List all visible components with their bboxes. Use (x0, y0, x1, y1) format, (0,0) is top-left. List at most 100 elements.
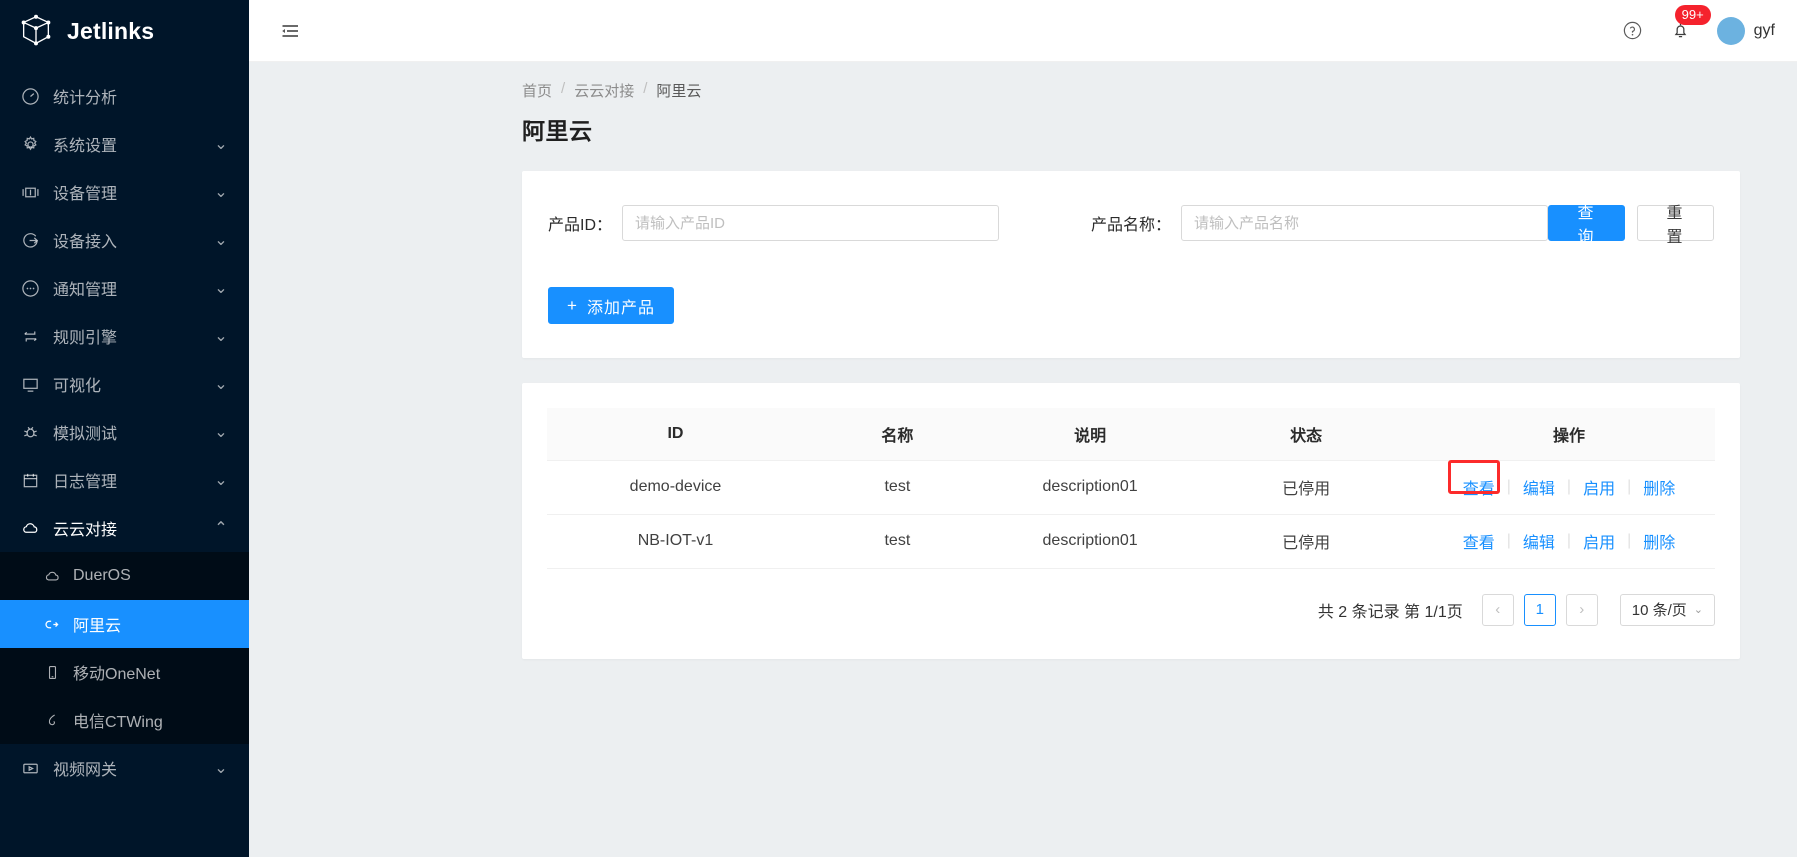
op-divider: | (1627, 532, 1631, 550)
chevron-down-icon: ⌄ (215, 282, 227, 294)
sidebar-item-visualization[interactable]: 可视化 ⌄ (0, 360, 249, 408)
avatar (1717, 17, 1745, 45)
sidebar-item-log-management[interactable]: 日志管理 ⌄ (0, 456, 249, 504)
sidebar-item-label: 设备接入 (53, 228, 215, 252)
reset-button[interactable]: 重 置 (1637, 205, 1714, 241)
sidebar: Jetlinks 统计分析 系统设置 (0, 0, 249, 857)
product-id-field-group: 产品ID： (548, 205, 999, 241)
sidebar-item-statistics[interactable]: 统计分析 (0, 72, 249, 120)
add-product-button[interactable]: + 添加产品 (548, 287, 674, 324)
pagination-total: 共 2 条记录 第 1/1页 (1318, 598, 1463, 622)
pagination-next[interactable]: › (1566, 594, 1598, 626)
sidebar-item-label: 日志管理 (53, 468, 215, 492)
chevron-down-icon: ⌄ (215, 234, 227, 246)
cell-desc: description01 (991, 514, 1190, 568)
column-header-ops: 操作 (1423, 408, 1715, 460)
mobile-icon (43, 663, 61, 681)
view-link[interactable]: 查看 (1461, 529, 1497, 553)
table-row[interactable]: NB-IOT-v1 test description01 已停用 查看 | 编辑… (547, 514, 1715, 568)
calendar-icon (20, 470, 40, 490)
brand-name: Jetlinks (67, 18, 154, 45)
column-header-name: 名称 (804, 408, 991, 460)
chevron-down-icon: ⌄ (215, 474, 227, 486)
app-root: Jetlinks 统计分析 系统设置 (0, 0, 1797, 857)
user-name: gyf (1754, 22, 1775, 40)
sidebar-item-simulation-test[interactable]: 模拟测试 ⌄ (0, 408, 249, 456)
op-divider: | (1627, 478, 1631, 496)
notification-badge: 99+ (1675, 5, 1711, 25)
sidebar-item-onenet[interactable]: 移动OneNet (0, 648, 249, 696)
add-product-label: 添加产品 (587, 294, 655, 318)
sidebar-subitem-label: 移动OneNet (73, 660, 160, 684)
row-actions: 查看 | 编辑 | 启用 | 删除 (1461, 529, 1678, 553)
cell-name: test (804, 514, 991, 568)
bell-icon[interactable]: 99+ (1669, 19, 1693, 43)
sidebar-item-rule-engine[interactable]: 规则引擎 ⌄ (0, 312, 249, 360)
desktop-icon (20, 374, 40, 394)
sidebar-item-label: 规则引擎 (53, 324, 215, 348)
chevron-down-icon: ⌄ (215, 426, 227, 438)
delete-link[interactable]: 删除 (1641, 529, 1677, 553)
sidebar-item-device-access[interactable]: 设备接入 ⌄ (0, 216, 249, 264)
question-circle-icon[interactable] (1621, 19, 1645, 43)
pagination-prev[interactable]: ‹ (1482, 594, 1514, 626)
enable-link[interactable]: 启用 (1581, 529, 1617, 553)
main-area: 99+ gyf 首页 / 云云对接 / 阿里云 阿里云 (249, 0, 1797, 857)
message-icon (20, 278, 40, 298)
enable-link[interactable]: 启用 (1581, 475, 1617, 499)
breadcrumb: 首页 / 云云对接 / 阿里云 (522, 80, 1797, 101)
page-size-label: 10 条/页 (1632, 599, 1687, 620)
sidebar-item-label: 系统设置 (53, 132, 215, 156)
cloud-icon (20, 518, 40, 538)
edit-link[interactable]: 编辑 (1521, 529, 1557, 553)
brand[interactable]: Jetlinks (0, 0, 249, 62)
gear-icon (20, 134, 40, 154)
bug-icon (20, 422, 40, 442)
breadcrumb-separator: / (561, 80, 565, 101)
query-button[interactable]: 查 询 (1548, 205, 1625, 241)
page-title: 阿里云 (522, 112, 1797, 146)
dashboard-icon (20, 86, 40, 106)
video-icon (20, 758, 40, 778)
user-menu[interactable]: gyf (1717, 17, 1775, 45)
sync-icon (20, 326, 40, 346)
breadcrumb-home[interactable]: 首页 (522, 80, 552, 101)
table-body: demo-device test description01 已停用 查看 | … (547, 460, 1715, 568)
chevron-down-icon: ⌄ (1694, 603, 1703, 616)
sidebar-item-notification[interactable]: 通知管理 ⌄ (0, 264, 249, 312)
chevron-down-icon (215, 90, 227, 102)
sidebar-menu: 统计分析 系统设置 ⌄ 设备管理 (0, 62, 249, 857)
op-divider: | (1507, 532, 1511, 550)
sidebar-item-system-settings[interactable]: 系统设置 ⌄ (0, 120, 249, 168)
sidebar-subitem-label: DuerOS (73, 567, 131, 585)
cell-id: NB-IOT-v1 (547, 514, 804, 568)
sidebar-item-cloud-docking[interactable]: 云云对接 ⌃ (0, 504, 249, 552)
product-name-input[interactable] (1181, 205, 1548, 241)
api-icon (43, 615, 61, 633)
chevron-up-icon: ⌃ (215, 522, 227, 534)
pagination-page-1[interactable]: 1 (1524, 594, 1556, 626)
sidebar-item-label: 视频网关 (53, 756, 215, 780)
menu-fold-icon[interactable] (275, 16, 305, 46)
cloud-icon (43, 567, 61, 585)
op-divider: | (1507, 478, 1511, 496)
sidebar-item-device-management[interactable]: 设备管理 ⌄ (0, 168, 249, 216)
wing-icon (43, 711, 61, 729)
chevron-down-icon: ⌄ (215, 762, 227, 774)
filter-actions: 查 询 重 置 (1548, 205, 1714, 241)
sidebar-item-ctwing[interactable]: 电信CTWing (0, 696, 249, 744)
sidebar-item-video-gateway[interactable]: 视频网关 ⌄ (0, 744, 249, 792)
edit-link[interactable]: 编辑 (1521, 475, 1557, 499)
sidebar-item-dueros[interactable]: DuerOS (0, 552, 249, 600)
chevron-down-icon: ⌄ (215, 138, 227, 150)
delete-link[interactable]: 删除 (1641, 475, 1677, 499)
table-row[interactable]: demo-device test description01 已停用 查看 | … (547, 460, 1715, 514)
view-link[interactable]: 查看 (1461, 475, 1497, 499)
product-id-input[interactable] (622, 205, 999, 241)
filter-card: 产品ID： 产品名称： 查 询 重 置 + (522, 171, 1740, 358)
sidebar-item-aliyun[interactable]: 阿里云 (0, 600, 249, 648)
breadcrumb-section[interactable]: 云云对接 (574, 80, 634, 101)
product-name-field-group: 产品名称： (1091, 205, 1548, 241)
page-size-select[interactable]: 10 条/页 ⌄ (1620, 594, 1715, 626)
chevron-down-icon: ⌄ (215, 186, 227, 198)
